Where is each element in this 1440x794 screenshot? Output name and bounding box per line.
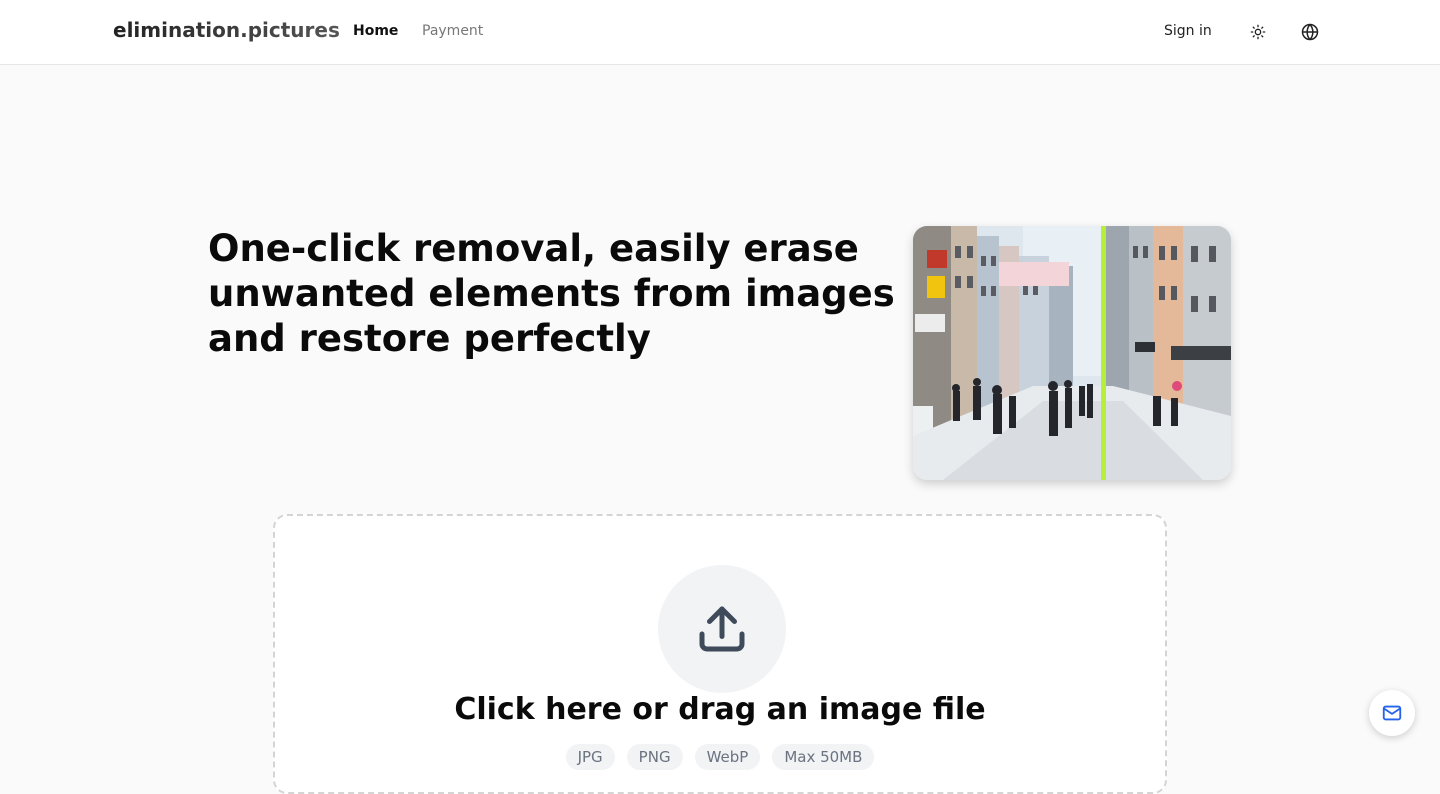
contact-mail-button[interactable]: [1369, 690, 1415, 736]
format-badge-jpg: JPG: [565, 744, 615, 770]
brand-logo[interactable]: elimination.pictures: [113, 18, 340, 42]
upload-icon-circle: [658, 565, 786, 693]
top-navbar: elimination.pictures Home Payment Sign i…: [0, 0, 1440, 65]
mail-icon: [1382, 705, 1402, 721]
format-badge-max-size: Max 50MB: [772, 744, 875, 770]
language-button[interactable]: [1298, 20, 1322, 44]
upload-dropzone[interactable]: Click here or drag an image file JPG PNG…: [273, 514, 1167, 794]
nav-payment-link[interactable]: Payment: [422, 23, 483, 39]
format-badges: JPG PNG WebP Max 50MB: [275, 744, 1165, 770]
hero-title: One-click removal, easily erase unwanted…: [208, 227, 895, 360]
format-badge-png: PNG: [626, 744, 683, 770]
upload-title: Click here or drag an image file: [454, 692, 986, 727]
format-badge-webp: WebP: [694, 744, 761, 770]
sign-in-button[interactable]: Sign in: [1164, 23, 1212, 39]
street-scene-image: [913, 226, 1231, 480]
nav-home-link[interactable]: Home: [353, 23, 398, 39]
sun-icon: [1250, 24, 1266, 40]
theme-toggle-button[interactable]: [1246, 20, 1270, 44]
before-after-preview-image: [913, 226, 1231, 480]
upload-icon: [699, 606, 745, 652]
globe-icon: [1301, 23, 1319, 41]
